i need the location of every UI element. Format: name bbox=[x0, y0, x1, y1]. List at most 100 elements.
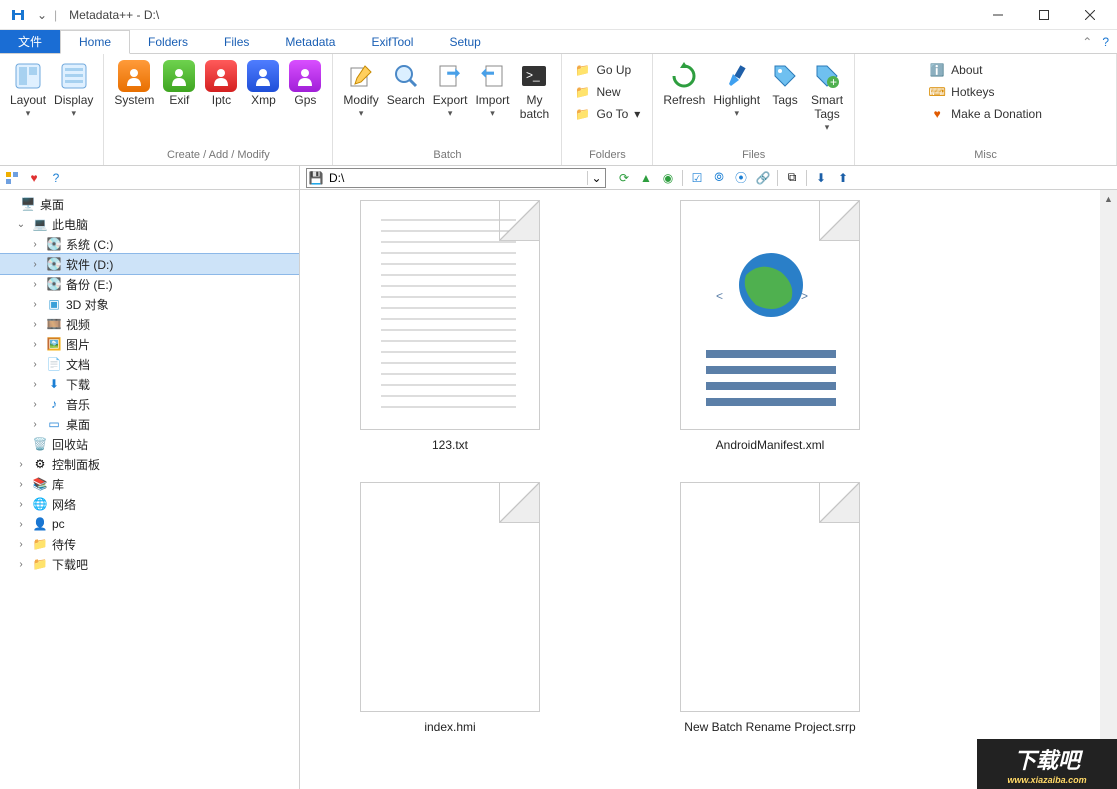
tree-network[interactable]: ›🌐网络 bbox=[0, 494, 299, 514]
mybatch-button[interactable]: >_My batch bbox=[513, 58, 555, 124]
tree-desktop2[interactable]: ›▭桌面 bbox=[0, 414, 299, 434]
import-button[interactable]: Import▾ bbox=[471, 58, 513, 124]
music-icon: ♪ bbox=[46, 396, 62, 412]
tree-drive-d[interactable]: ›💽软件 (D:) bbox=[0, 254, 299, 274]
tab-setup[interactable]: Setup bbox=[431, 30, 498, 53]
keyboard-icon: ⌨ bbox=[929, 84, 945, 100]
tab-file[interactable]: 文件 bbox=[0, 30, 60, 53]
drive-icon: 💽 bbox=[46, 276, 62, 292]
help-icon[interactable]: ? bbox=[1102, 35, 1109, 49]
nav-refresh-icon[interactable]: ⟳ bbox=[616, 170, 632, 186]
drive-icon: 💽 bbox=[46, 256, 62, 272]
exif-button[interactable]: Exif bbox=[158, 58, 200, 110]
iptc-button[interactable]: Iptc bbox=[200, 58, 242, 110]
file-item[interactable]: <>AndroidManifest.xml bbox=[640, 200, 900, 452]
download-icon[interactable]: ⬇ bbox=[813, 170, 829, 186]
system-button[interactable]: System bbox=[110, 58, 158, 110]
tree-music[interactable]: ›♪音乐 bbox=[0, 394, 299, 414]
cube-icon: ▣ bbox=[46, 296, 62, 312]
tree-downloads[interactable]: ›⬇下载 bbox=[0, 374, 299, 394]
download-folder-icon: ⬇ bbox=[46, 376, 62, 392]
tree-pc[interactable]: ›👤pc bbox=[0, 514, 299, 534]
modify-button[interactable]: Modify▾ bbox=[339, 58, 382, 124]
file-view[interactable]: 123.txt<>AndroidManifest.xml index.hmi New… bbox=[300, 190, 1117, 789]
refresh-button[interactable]: Refresh bbox=[659, 58, 709, 135]
path-bar[interactable]: 💾 ⌄ bbox=[306, 168, 606, 188]
tree-toggle-icon[interactable] bbox=[4, 170, 20, 186]
nav-up-icon[interactable]: ▲ bbox=[638, 170, 654, 186]
file-item[interactable]: index.hmi bbox=[320, 482, 580, 734]
minimize-button[interactable] bbox=[975, 0, 1021, 30]
tree-documents[interactable]: ›📄文档 bbox=[0, 354, 299, 374]
tree-pictures[interactable]: ›🖼️图片 bbox=[0, 334, 299, 354]
help-small-icon[interactable]: ? bbox=[48, 170, 64, 186]
hotkeys-button[interactable]: ⌨Hotkeys bbox=[927, 82, 1044, 102]
link-icon[interactable]: 🔗 bbox=[755, 170, 771, 186]
path-dropdown-icon[interactable]: ⌄ bbox=[587, 171, 605, 185]
person-icon bbox=[205, 60, 237, 92]
file-item[interactable]: 123.txt bbox=[320, 200, 580, 452]
goup-button[interactable]: 📁Go Up bbox=[572, 60, 642, 80]
scrollbar[interactable]: ▲ ▼ bbox=[1100, 190, 1117, 789]
app-icon bbox=[10, 7, 26, 23]
search-button[interactable]: Search bbox=[383, 58, 429, 124]
export-button[interactable]: Export▾ bbox=[429, 58, 472, 124]
close-button[interactable] bbox=[1067, 0, 1113, 30]
new-button[interactable]: 📁New bbox=[572, 82, 642, 102]
gps-button[interactable]: Gps bbox=[284, 58, 326, 110]
group-label-files: Files bbox=[742, 147, 765, 165]
layout-button[interactable]: Layout▾ bbox=[6, 58, 50, 121]
video-icon: 🎞️ bbox=[46, 316, 62, 332]
group-label-folders: Folders bbox=[589, 147, 626, 165]
tab-exiftool[interactable]: ExifTool bbox=[353, 30, 431, 53]
tab-files[interactable]: Files bbox=[206, 30, 267, 53]
svg-text:>_: >_ bbox=[526, 68, 540, 82]
ribbon-tabs: 文件 Home Folders Files Metadata ExifTool … bbox=[0, 30, 1117, 54]
donate-button[interactable]: ♥Make a Donation bbox=[927, 104, 1044, 124]
smarttags-button[interactable]: +Smart Tags▾ bbox=[806, 58, 848, 135]
tags-button[interactable]: Tags bbox=[764, 58, 806, 135]
tree-xiazaiba[interactable]: ›📁下载吧 bbox=[0, 554, 299, 574]
select-none-icon[interactable]: ⦿ bbox=[733, 170, 749, 186]
layout-icon bbox=[12, 60, 44, 92]
tree-recycle[interactable]: 🗑️回收站 bbox=[0, 434, 299, 454]
nav-home-icon[interactable]: ◉ bbox=[660, 170, 676, 186]
upload-icon[interactable]: ⬆ bbox=[835, 170, 851, 186]
pencil-icon bbox=[345, 60, 377, 92]
tree-library[interactable]: ›📚库 bbox=[0, 474, 299, 494]
folder-tree[interactable]: 🖥️桌面 ⌄💻此电脑 ›💽系统 (C:) ›💽软件 (D:) ›💽备份 (E:)… bbox=[0, 190, 300, 789]
tab-folders[interactable]: Folders bbox=[130, 30, 206, 53]
tree-video[interactable]: ›🎞️视频 bbox=[0, 314, 299, 334]
display-button[interactable]: Display▾ bbox=[50, 58, 97, 121]
path-input[interactable] bbox=[325, 169, 587, 187]
favorite-icon[interactable]: ♥ bbox=[26, 170, 42, 186]
tree-desktop[interactable]: 🖥️桌面 bbox=[0, 194, 299, 214]
tree-drive-c[interactable]: ›💽系统 (C:) bbox=[0, 234, 299, 254]
folder-new-icon: 📁 bbox=[574, 84, 590, 100]
tree-control[interactable]: ›⚙控制面板 bbox=[0, 454, 299, 474]
watermark: 下载吧 www.xiazaiba.com bbox=[977, 739, 1117, 789]
xmp-button[interactable]: Xmp bbox=[242, 58, 284, 110]
tab-home[interactable]: Home bbox=[60, 30, 130, 54]
copy-icon[interactable]: ⧉ bbox=[784, 170, 800, 186]
highlight-button[interactable]: Highlight▾ bbox=[709, 58, 764, 135]
user-icon: 👤 bbox=[32, 516, 48, 532]
maximize-button[interactable] bbox=[1021, 0, 1067, 30]
file-label: index.hmi bbox=[424, 720, 475, 734]
check-icon[interactable]: ☑ bbox=[689, 170, 705, 186]
tree-drive-e[interactable]: ›💽备份 (E:) bbox=[0, 274, 299, 294]
computer-icon: 💻 bbox=[32, 216, 48, 232]
tree-3dobjects[interactable]: ›▣3D 对象 bbox=[0, 294, 299, 314]
select-all-icon[interactable]: ⦾ bbox=[711, 170, 727, 186]
tree-pending[interactable]: ›📁待传 bbox=[0, 534, 299, 554]
scroll-up-icon[interactable]: ▲ bbox=[1100, 190, 1117, 207]
ribbon-collapse-icon[interactable]: ⌃ bbox=[1082, 35, 1092, 49]
qat-dropdown-icon[interactable]: ⌄ bbox=[34, 8, 50, 22]
file-item[interactable]: New Batch Rename Project.srrp bbox=[640, 482, 900, 734]
about-button[interactable]: ℹ️About bbox=[927, 60, 1044, 80]
svg-text:<: < bbox=[716, 289, 723, 303]
goto-button[interactable]: 📁Go To ▾ bbox=[572, 104, 642, 124]
tree-thispc[interactable]: ⌄💻此电脑 bbox=[0, 214, 299, 234]
tab-metadata[interactable]: Metadata bbox=[267, 30, 353, 53]
group-label-create: Create / Add / Modify bbox=[167, 147, 270, 165]
